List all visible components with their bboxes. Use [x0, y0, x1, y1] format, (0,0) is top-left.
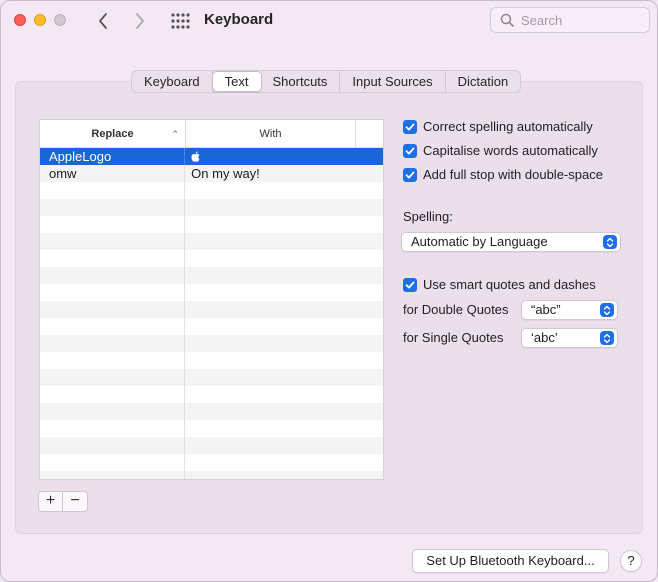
double-quotes-select[interactable]: “abc”	[521, 300, 618, 320]
single-quotes-label: for Single Quotes	[403, 330, 504, 345]
grid-icon	[171, 13, 190, 29]
table-row-empty	[40, 471, 383, 479]
keyboard-preferences-window: Keyboard Replace ⌃ With AppleLogo	[0, 0, 658, 582]
tab-dictation[interactable]: Dictation	[446, 71, 521, 92]
add-replacement-button[interactable]: +	[39, 492, 63, 511]
chevron-left-icon	[99, 13, 107, 29]
show-all-button[interactable]	[170, 12, 190, 30]
select-arrows-icon	[600, 303, 614, 317]
title-bar: Keyboard	[1, 1, 657, 41]
close-window-button[interactable]	[14, 14, 26, 26]
with-cell[interactable]: On my way!	[185, 165, 383, 182]
smart-quotes-checkbox[interactable]	[403, 277, 417, 292]
table-body: AppleLogo omw On my way!	[40, 148, 383, 479]
tab-shortcuts[interactable]: Shortcuts	[261, 71, 341, 92]
table-row-empty	[40, 318, 383, 335]
column-header-with[interactable]: With	[186, 120, 356, 148]
full-stop-checkbox[interactable]	[403, 167, 417, 182]
window-title: Keyboard	[204, 11, 274, 28]
table-row-empty	[40, 386, 383, 403]
with-cell[interactable]	[185, 148, 383, 165]
checkmark-icon	[405, 171, 415, 178]
search-field[interactable]	[490, 7, 650, 33]
tab-keyboard[interactable]: Keyboard	[132, 71, 213, 92]
search-input[interactable]	[521, 12, 641, 28]
table-row-empty	[40, 420, 383, 437]
smart-quotes-label: Use smart quotes and dashes	[423, 277, 596, 292]
table-row-empty	[40, 182, 383, 199]
tab-bar: Keyboard Text Shortcuts Input Sources Di…	[131, 70, 522, 93]
table-row-empty	[40, 437, 383, 454]
help-button[interactable]: ?	[620, 550, 642, 572]
table-row-empty	[40, 335, 383, 352]
checkmark-icon	[405, 281, 415, 288]
full-stop-label: Add full stop with double-space	[423, 167, 603, 182]
double-quotes-label: for Double Quotes	[403, 302, 509, 317]
select-arrows-icon	[600, 331, 614, 345]
double-quotes-value: “abc”	[531, 302, 561, 317]
tab-text[interactable]: Text	[211, 71, 262, 92]
back-button[interactable]	[91, 9, 115, 33]
table-row[interactable]: AppleLogo	[40, 148, 383, 165]
remove-replacement-button[interactable]: −	[63, 492, 87, 511]
select-arrows-icon	[603, 235, 617, 249]
minimize-window-button[interactable]	[34, 14, 46, 26]
sort-ascending-icon: ⌃	[171, 129, 179, 139]
text-pane: Replace ⌃ With AppleLogo omw On my way!	[15, 81, 643, 534]
table-row-empty	[40, 216, 383, 233]
spelling-language-value: Automatic by Language	[411, 234, 548, 249]
replace-cell[interactable]: omw	[40, 165, 186, 182]
table-row-empty	[40, 403, 383, 420]
table-row-empty	[40, 250, 383, 267]
single-quotes-value: ‘abc’	[531, 330, 558, 345]
full-stop-option[interactable]: Add full stop with double-space	[403, 167, 603, 182]
single-quotes-select[interactable]: ‘abc’	[521, 328, 618, 348]
add-remove-control: + −	[38, 491, 88, 512]
smart-quotes-option[interactable]: Use smart quotes and dashes	[403, 277, 596, 292]
table-row-empty	[40, 301, 383, 318]
replace-cell[interactable]: AppleLogo	[40, 148, 186, 165]
table-header: Replace ⌃ With	[40, 120, 383, 148]
forward-button[interactable]	[128, 9, 152, 33]
table-row[interactable]: omw On my way!	[40, 165, 383, 182]
table-row-empty	[40, 369, 383, 386]
table-row-empty	[40, 284, 383, 301]
table-row-empty	[40, 352, 383, 369]
table-row-empty	[40, 454, 383, 471]
tab-input-sources[interactable]: Input Sources	[340, 71, 446, 92]
search-icon	[500, 13, 514, 27]
capitalise-words-label: Capitalise words automatically	[423, 143, 598, 158]
table-row-empty	[40, 199, 383, 216]
correct-spelling-checkbox[interactable]	[403, 119, 417, 134]
capitalise-words-checkbox[interactable]	[403, 143, 417, 158]
spelling-language-select[interactable]: Automatic by Language	[401, 232, 621, 252]
table-row-empty	[40, 233, 383, 250]
correct-spelling-option[interactable]: Correct spelling automatically	[403, 119, 593, 134]
column-header-replace-label: Replace	[91, 128, 134, 140]
correct-spelling-label: Correct spelling automatically	[423, 119, 593, 134]
column-header-with-label: With	[259, 128, 282, 140]
table-row-empty	[40, 267, 383, 284]
capitalise-words-option[interactable]: Capitalise words automatically	[403, 143, 598, 158]
zoom-window-button[interactable]	[54, 14, 66, 26]
checkmark-icon	[405, 147, 415, 154]
text-replacement-table[interactable]: Replace ⌃ With AppleLogo omw On my way!	[39, 119, 384, 480]
apple-logo-icon	[191, 151, 200, 162]
set-up-bluetooth-keyboard-button[interactable]: Set Up Bluetooth Keyboard...	[412, 549, 609, 573]
chevron-right-icon	[136, 13, 144, 29]
spelling-label: Spelling:	[403, 209, 453, 224]
column-header-replace[interactable]: Replace ⌃	[40, 120, 186, 148]
checkmark-icon	[405, 123, 415, 130]
